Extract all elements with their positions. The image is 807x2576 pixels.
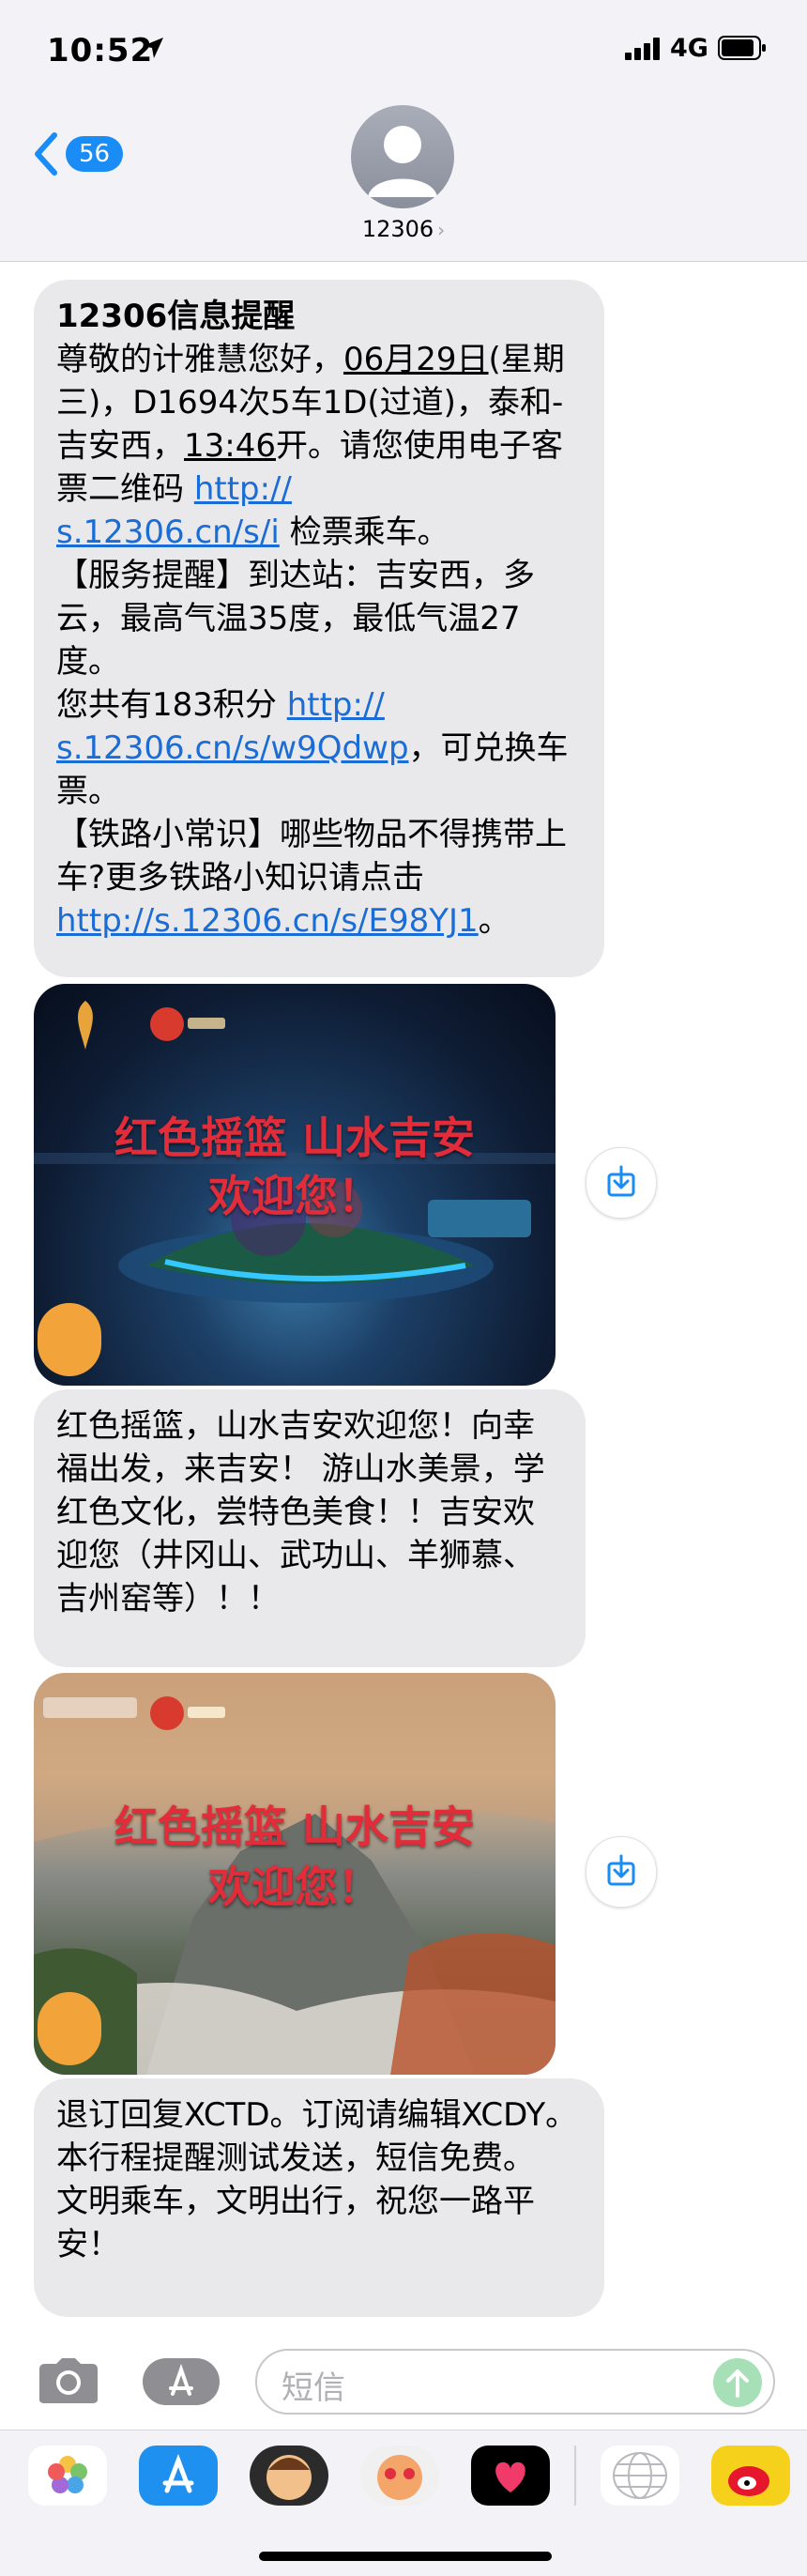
heart-touch-icon: [495, 2461, 525, 2492]
message-text: 文明乘车，文明出行，祝您一路平安！: [56, 2183, 535, 2263]
app-store-icon: [169, 2363, 193, 2396]
railway-tips-link[interactable]: http://s.12306.cn/s/E98YJ1: [56, 902, 479, 940]
contact-name-text: 12306: [361, 216, 434, 242]
weibo-app-icon[interactable]: [711, 2446, 790, 2506]
location-arrow-icon: [143, 38, 163, 58]
send-button[interactable]: [713, 2358, 762, 2407]
message-text: 红色摇篮，山水吉安欢迎您！向幸福出发，来吉安！ 游山水美景，学红色文化，尝特色美…: [56, 1407, 545, 1618]
torch-logo-icon: [78, 1001, 93, 1050]
message-date[interactable]: 06月29日: [343, 341, 489, 378]
app-store-glyph-icon: [162, 2453, 194, 2493]
contact-avatar[interactable]: [351, 105, 454, 208]
person-icon: [368, 126, 437, 197]
digital-touch-icon[interactable]: [471, 2446, 550, 2506]
jiangxi-logo-icon: [43, 1697, 137, 1718]
message-title: 12306信息提醒: [56, 298, 296, 335]
chevron-left-icon: [35, 132, 57, 176]
message-text: 检票乘车。: [289, 514, 449, 551]
contact-chevron: ›: [437, 219, 446, 241]
message-image-night-park[interactable]: 红色摇篮 山水吉安 欢迎您！: [34, 984, 556, 1386]
camera-icon[interactable]: [36, 2354, 101, 2407]
gojian-logo-icon: [150, 1696, 225, 1730]
save-image-button[interactable]: [586, 1836, 657, 1908]
photos-flower-icon: [48, 2456, 87, 2493]
app-store-tray-icon[interactable]: [139, 2446, 218, 2506]
image-caption-line1: 红色摇篮 山水吉安: [114, 1802, 475, 1852]
save-image-button[interactable]: [586, 1147, 657, 1219]
message-input[interactable]: 短信: [255, 2349, 775, 2415]
compose-bar: 短信: [0, 2334, 807, 2428]
animoji-face-icon: [377, 2455, 422, 2500]
mascot-icon: [38, 1303, 101, 1376]
arrow-up-icon: [726, 2369, 749, 2398]
unread-count-badge: 56: [66, 136, 124, 172]
message-text: 退订回复XCTD。订阅请编辑XCDY。本行程提醒测试发送，短信免费。: [56, 2096, 578, 2177]
home-indicator[interactable]: [259, 2552, 552, 2561]
app-store-button[interactable]: [143, 2358, 220, 2405]
cellular-signal-icon: [625, 38, 660, 60]
contact-name[interactable]: 12306 ›: [0, 216, 807, 242]
input-placeholder: 短信: [282, 2369, 345, 2407]
photos-app-icon[interactable]: [28, 2446, 107, 2506]
message-text: 尊敬的计雅慧您好，: [56, 341, 343, 378]
message-text: 【服务提醒】到达站：吉安西，多云，最高气温35度，最低气温27度。: [56, 557, 535, 681]
memoji-icon[interactable]: [250, 2446, 328, 2506]
status-bar: 10:52 4G: [0, 0, 807, 94]
animoji-icon[interactable]: [360, 2446, 439, 2506]
globe-app-icon[interactable]: [601, 2446, 679, 2506]
message-text: 【铁路小常识】哪些物品不得携带上车?更多铁路小知识请点击: [56, 816, 567, 897]
gojian-logo-icon: [150, 1007, 225, 1041]
message-text: 。: [478, 902, 510, 940]
image-caption-line2: 欢迎您！: [208, 1862, 381, 1912]
battery-icon: [718, 36, 766, 60]
conversation-header: 56 12306 ›: [0, 94, 807, 262]
status-time: 10:52: [47, 32, 154, 69]
globe-icon: [613, 2452, 667, 2499]
tray-divider: [574, 2446, 576, 2506]
message-bubble-welcome[interactable]: 红色摇篮，山水吉安欢迎您！向幸福出发，来吉安！ 游山水美景，学红色文化，尝特色美…: [34, 1389, 586, 1667]
download-icon: [607, 1854, 635, 1886]
memoji-face-icon: [266, 2455, 312, 2500]
message-image-mountain[interactable]: 红色摇篮 山水吉安 欢迎您！: [34, 1673, 556, 2075]
back-button[interactable]: 56: [32, 131, 124, 176]
network-type: 4G: [670, 34, 708, 63]
message-text: 您共有183积分: [56, 686, 277, 724]
image-caption-line2: 欢迎您！: [208, 1171, 381, 1221]
message-time[interactable]: 13:46: [184, 427, 276, 465]
mascot-icon: [38, 1992, 101, 2065]
weibo-icon: [728, 2466, 769, 2496]
message-bubble-12306[interactable]: 12306信息提醒 尊敬的计雅慧您好，06月29日(星期三)，D1694次5车1…: [34, 280, 604, 977]
download-icon: [607, 1165, 635, 1197]
message-bubble-unsubscribe[interactable]: 退订回复XCTD。订阅请编辑XCDY。本行程提醒测试发送，短信免费。 文明乘车，…: [34, 2078, 604, 2317]
image-caption-line1: 红色摇篮 山水吉安: [114, 1112, 475, 1163]
